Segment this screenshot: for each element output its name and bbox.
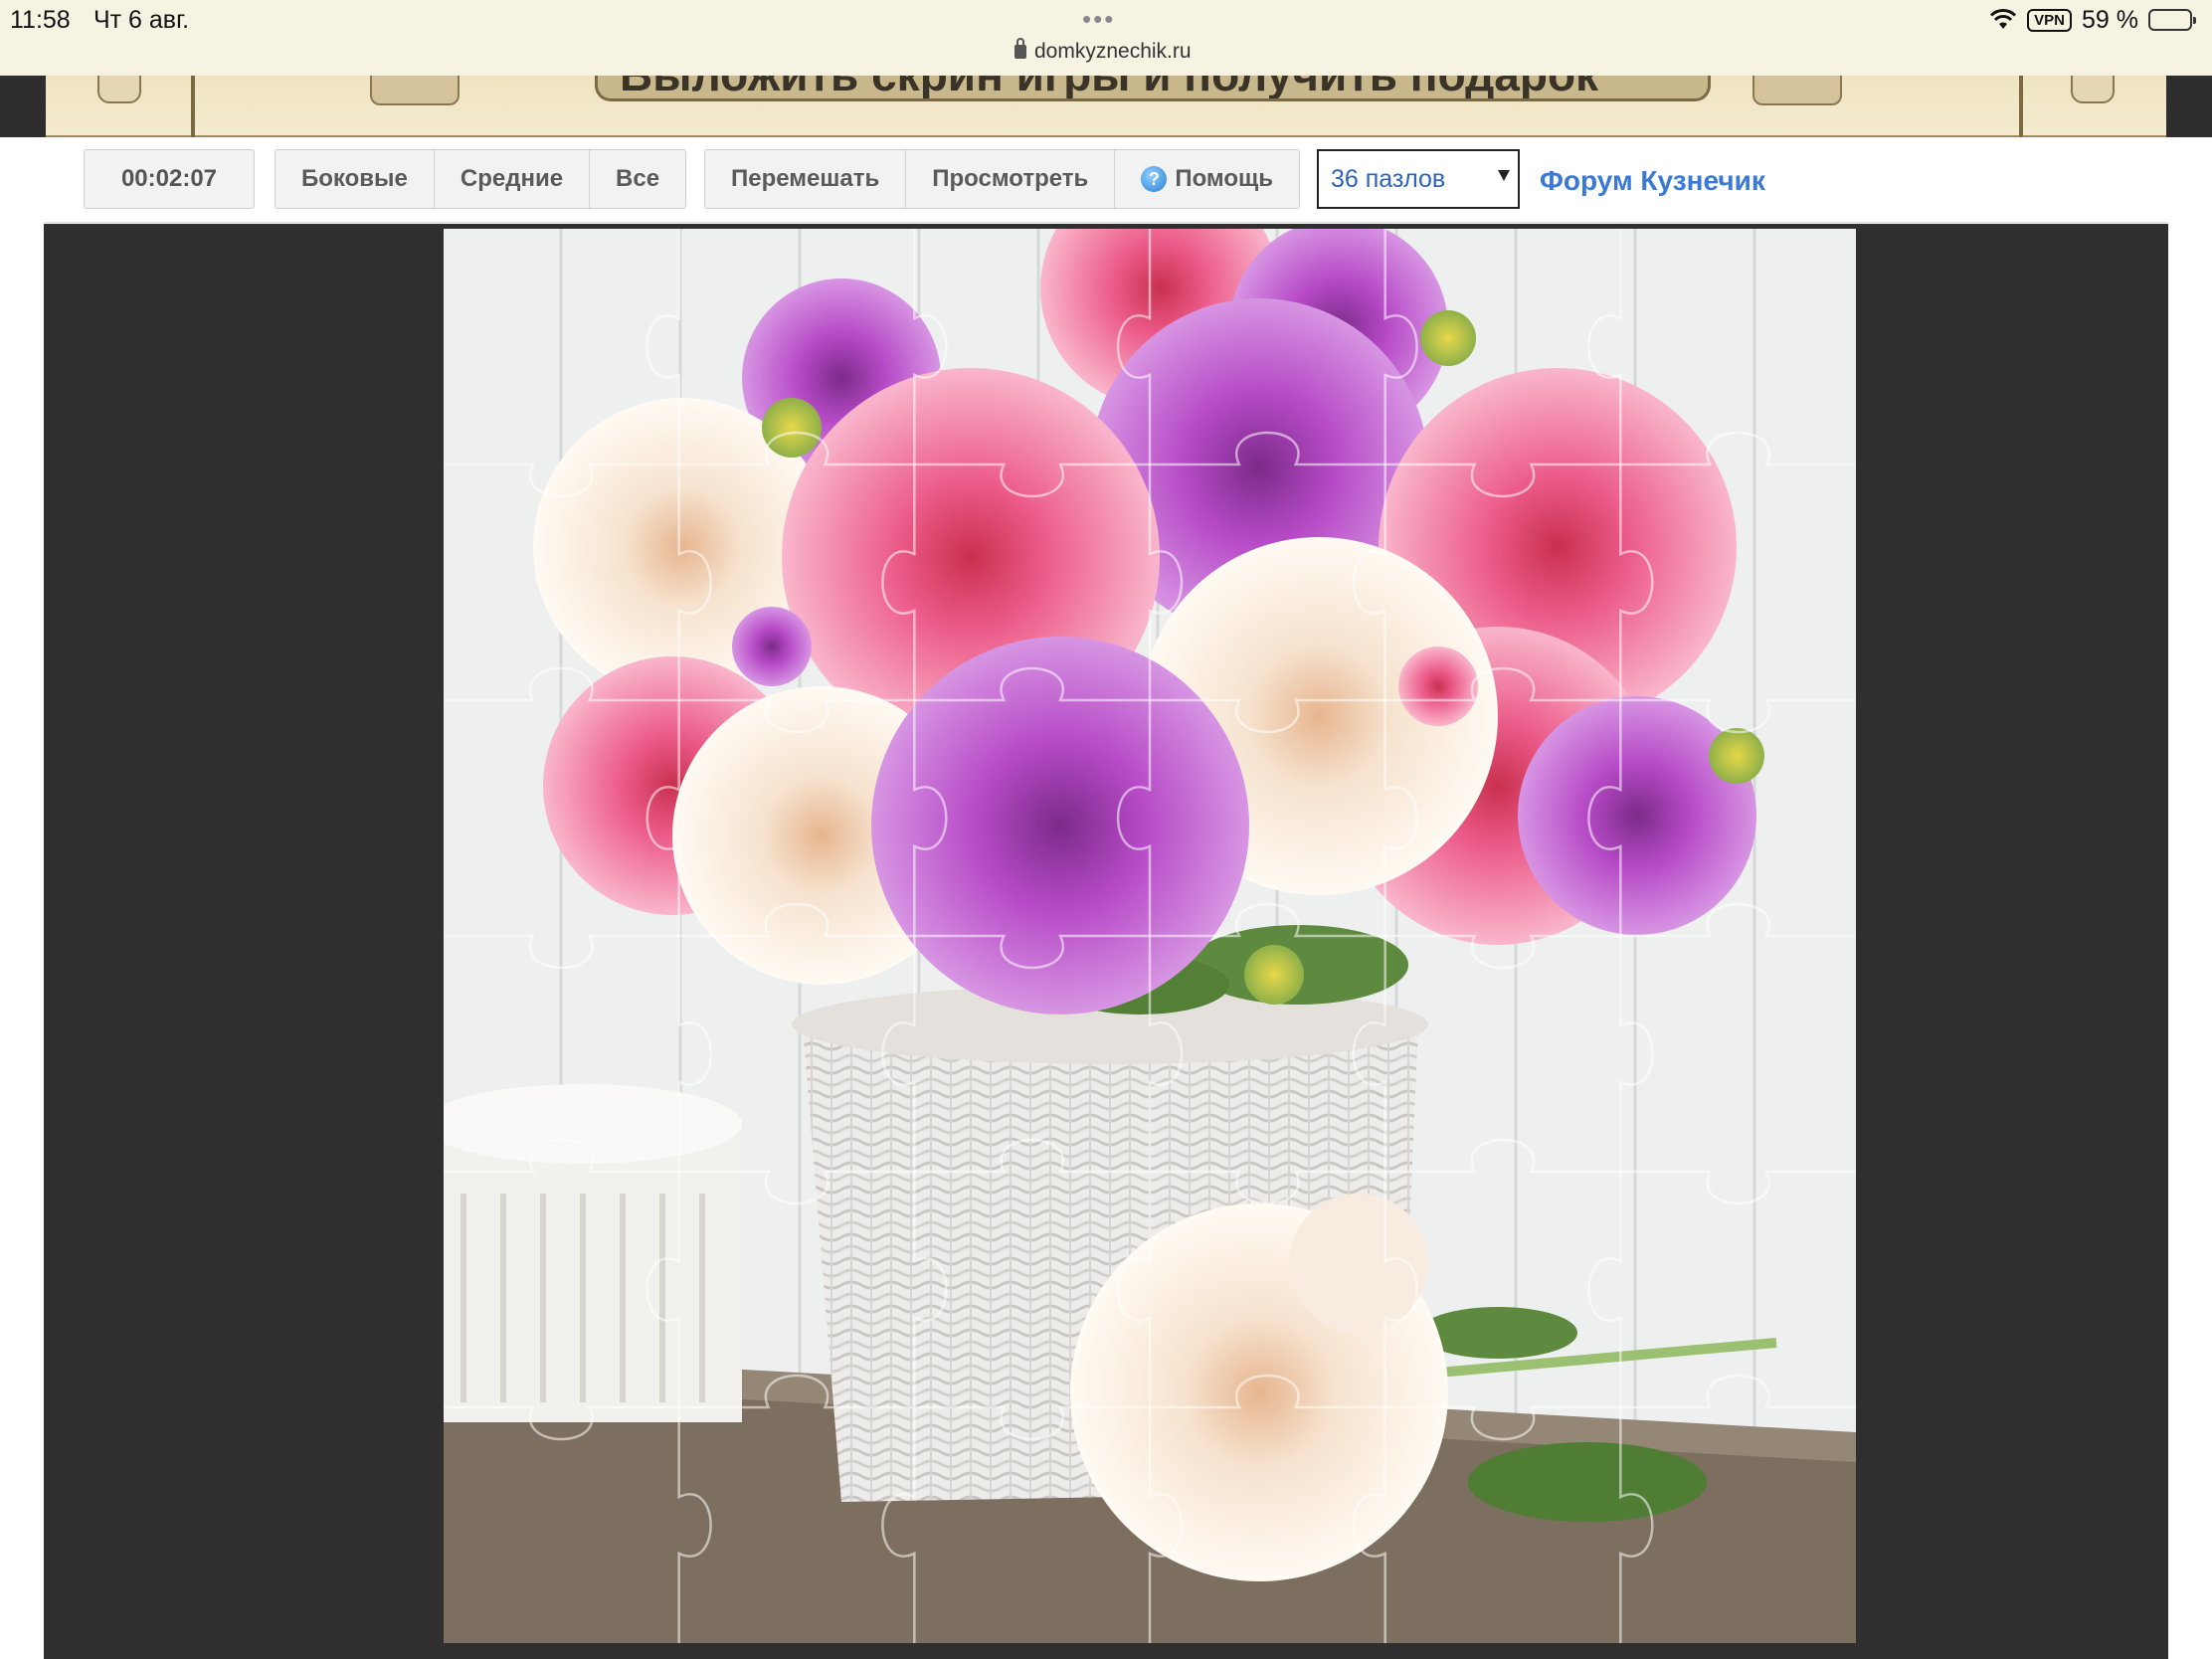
help-button[interactable]: ? Помощь bbox=[1115, 150, 1299, 208]
banner-badge-right bbox=[1752, 76, 1842, 105]
timer-display: 00:02:07 bbox=[84, 149, 255, 209]
forum-link[interactable]: Форум Кузнечик bbox=[1540, 165, 1765, 197]
vpn-badge: VPN bbox=[2027, 8, 2073, 32]
game-area bbox=[44, 224, 2168, 1659]
banner-knob-right bbox=[2071, 76, 2115, 103]
banner-badge-left bbox=[370, 76, 460, 105]
puzzle-toolbar: 00:02:07 Боковые Средние Все Перемешать … bbox=[44, 137, 2168, 223]
banner-text: Выложить скрин игры и получить подарок bbox=[620, 76, 1598, 98]
url-text: domkyznechik.ru bbox=[1034, 40, 1192, 63]
help-icon: ? bbox=[1141, 166, 1168, 192]
battery-icon bbox=[2148, 9, 2196, 31]
address-bar[interactable]: domkyznechik.ru bbox=[1014, 38, 1192, 64]
filter-button-group: Боковые Средние Все bbox=[275, 149, 687, 209]
promo-banner: Выложить скрин игры и получить подарок bbox=[0, 76, 2212, 137]
status-date: Чт 6 авг. bbox=[93, 6, 190, 34]
ios-status-bar: 11:58 Чт 6 авг. ••• domkyznechik.ru VPN … bbox=[0, 0, 2212, 76]
preview-button[interactable]: Просмотреть bbox=[906, 150, 1116, 208]
filter-middle-button[interactable]: Средние bbox=[435, 150, 591, 208]
action-button-group: Перемешать Просмотреть ? Помощь bbox=[704, 149, 1301, 209]
wifi-icon bbox=[1989, 9, 2017, 31]
banner-frame: Выложить скрин игры и получить подарок bbox=[46, 76, 2166, 137]
puzzle-image bbox=[444, 229, 1856, 1643]
pieces-count-select[interactable]: 36 пазлов bbox=[1317, 149, 1520, 209]
banner-divider-right bbox=[2019, 76, 2023, 137]
pieces-count-value: 36 пазлов bbox=[1331, 164, 1446, 193]
banner-divider-left bbox=[191, 76, 195, 137]
puzzle-board[interactable] bbox=[444, 229, 1856, 1643]
shuffle-button[interactable]: Перемешать bbox=[705, 150, 907, 208]
battery-percent: 59 % bbox=[2082, 5, 2138, 34]
dropdown-caret-icon bbox=[1498, 170, 1510, 181]
status-time: 11:58 bbox=[10, 6, 71, 34]
lock-icon bbox=[1014, 38, 1026, 59]
more-dots-icon[interactable]: ••• bbox=[1082, 4, 1115, 35]
help-label: Помощь bbox=[1175, 165, 1274, 192]
filter-edges-button[interactable]: Боковые bbox=[276, 150, 435, 208]
banner-cta[interactable]: Выложить скрин игры и получить подарок bbox=[595, 76, 1711, 101]
filter-all-button[interactable]: Все bbox=[590, 150, 685, 208]
banner-knob-left bbox=[97, 76, 141, 103]
status-indicators: VPN 59 % bbox=[1989, 5, 2196, 35]
